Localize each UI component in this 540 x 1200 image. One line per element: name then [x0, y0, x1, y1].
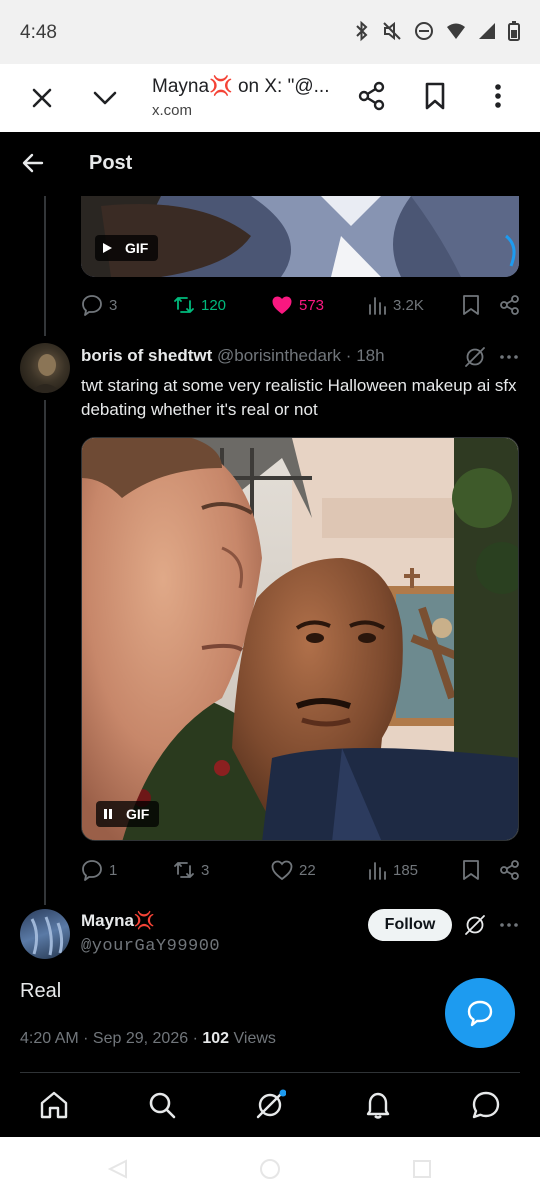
views-label: Views — [233, 1030, 276, 1047]
share-icon[interactable] — [356, 80, 388, 112]
gif-media[interactable]: GIF — [81, 196, 519, 277]
back-arrow-icon[interactable] — [20, 150, 46, 176]
close-icon[interactable] — [26, 82, 58, 114]
tweet-text: twt staring at some very realistic Hallo… — [81, 376, 517, 419]
main-author-name[interactable]: Mayna💢 — [81, 911, 155, 931]
mute-icon — [383, 21, 401, 41]
views-count: 3.2K — [393, 296, 424, 314]
search-icon[interactable] — [146, 1089, 178, 1121]
grok-icon[interactable] — [463, 913, 487, 937]
like-count: 573 — [299, 296, 325, 314]
bluetooth-icon — [356, 20, 368, 42]
views-count: 185 — [393, 861, 419, 879]
repost-count: 3 — [201, 861, 210, 879]
avatar[interactable] — [20, 343, 70, 393]
notifications-icon[interactable] — [362, 1089, 394, 1121]
status-bar: 4:48 — [0, 0, 540, 64]
browser-toolbar: Mayna💢 on X: "@... x.com — [0, 64, 540, 132]
reply-icon — [82, 295, 102, 316]
reply-author[interactable]: boris of shedtwt @borisinthedark · 18h — [81, 346, 385, 366]
timestamp-text: 4:20 AM · Sep 29, 2026 · — [20, 1030, 203, 1047]
reply-count: 3 — [109, 296, 118, 314]
top-action-row: 3 120 573 3.2K — [81, 291, 521, 319]
author-handle: @borisinthedark — [217, 346, 342, 365]
bookmark-icon[interactable] — [461, 859, 481, 881]
reply-button[interactable]: 1 — [81, 859, 173, 881]
tweet-time: 18h — [356, 346, 385, 365]
bottom-nav — [0, 1073, 540, 1137]
bookmark-icon[interactable] — [461, 294, 481, 316]
repost-button[interactable]: 120 — [173, 294, 271, 316]
browser-page-title: Mayna💢 on X: "@... — [152, 76, 330, 97]
tweet-timestamp: 4:20 AM · Sep 29, 2026 · 102 Views — [20, 1030, 276, 1048]
reply-icon — [82, 860, 102, 881]
share-icon[interactable] — [499, 294, 521, 316]
thread-line — [44, 400, 46, 905]
repost-icon — [174, 862, 194, 878]
recents-square-icon[interactable] — [410, 1157, 434, 1181]
main-author-handle[interactable]: @yourGaY99900 — [81, 937, 220, 956]
gif-badge[interactable]: GIF — [96, 801, 160, 827]
like-button[interactable]: 573 — [271, 294, 367, 316]
avatar-image — [30, 354, 62, 393]
repost-count: 120 — [201, 296, 227, 314]
views-icon — [369, 862, 386, 880]
views-button[interactable]: 185 — [367, 860, 461, 880]
gif-media[interactable]: GIF — [81, 437, 519, 841]
thread-line — [44, 196, 46, 336]
grok-icon[interactable] — [463, 345, 487, 369]
more-vert-icon[interactable] — [486, 80, 510, 112]
grok-icon[interactable] — [254, 1089, 286, 1121]
views-icon — [369, 297, 386, 315]
post-header: Post — [0, 132, 540, 196]
status-time: 4:48 — [20, 22, 57, 43]
avatar[interactable] — [20, 909, 70, 959]
repost-button[interactable]: 3 — [173, 859, 271, 881]
more-icon[interactable] — [498, 346, 520, 368]
heart-icon — [271, 860, 293, 881]
play-icon — [103, 243, 112, 253]
chevron-down-icon[interactable] — [88, 82, 122, 114]
wifi-icon — [447, 23, 465, 39]
repost-icon — [174, 297, 194, 313]
gif-frame — [82, 438, 518, 840]
author-name: boris of shedtwt — [81, 346, 213, 365]
dnd-icon — [415, 22, 433, 40]
bookmark-icon[interactable] — [420, 80, 450, 112]
tweet-text: Real — [20, 980, 62, 1002]
android-nav-bar — [0, 1137, 540, 1200]
page-title: Post — [89, 152, 133, 174]
meta-separator: · — [345, 346, 352, 365]
battery-icon — [508, 21, 520, 41]
signal-icon — [479, 23, 495, 39]
home-icon[interactable] — [38, 1089, 70, 1121]
gif-label: GIF — [125, 240, 149, 256]
more-icon[interactable] — [498, 914, 520, 936]
reply-button[interactable]: 3 — [81, 294, 173, 316]
gif-badge[interactable]: GIF — [95, 235, 159, 261]
reply-fab-button[interactable] — [445, 978, 515, 1048]
browser-url[interactable]: x.com — [152, 102, 192, 119]
like-count: 22 — [299, 861, 316, 879]
back-triangle-icon[interactable] — [106, 1157, 130, 1181]
share-icon[interactable] — [499, 859, 521, 881]
pause-icon — [104, 809, 112, 819]
reply-action-row: 1 3 22 185 — [81, 856, 521, 884]
status-icons — [354, 20, 520, 42]
views-count: 102 — [202, 1030, 230, 1047]
reply-bubble-icon — [467, 1000, 493, 1027]
views-button[interactable]: 3.2K — [367, 295, 461, 315]
avatar-image — [30, 916, 64, 956]
reply-count: 1 — [109, 861, 118, 879]
gif-label: GIF — [126, 806, 150, 822]
home-circle-icon[interactable] — [258, 1157, 282, 1181]
heart-filled-icon — [272, 296, 292, 314]
messages-icon[interactable] — [470, 1089, 502, 1121]
like-button[interactable]: 22 — [271, 859, 367, 881]
follow-button[interactable]: Follow — [368, 909, 452, 941]
